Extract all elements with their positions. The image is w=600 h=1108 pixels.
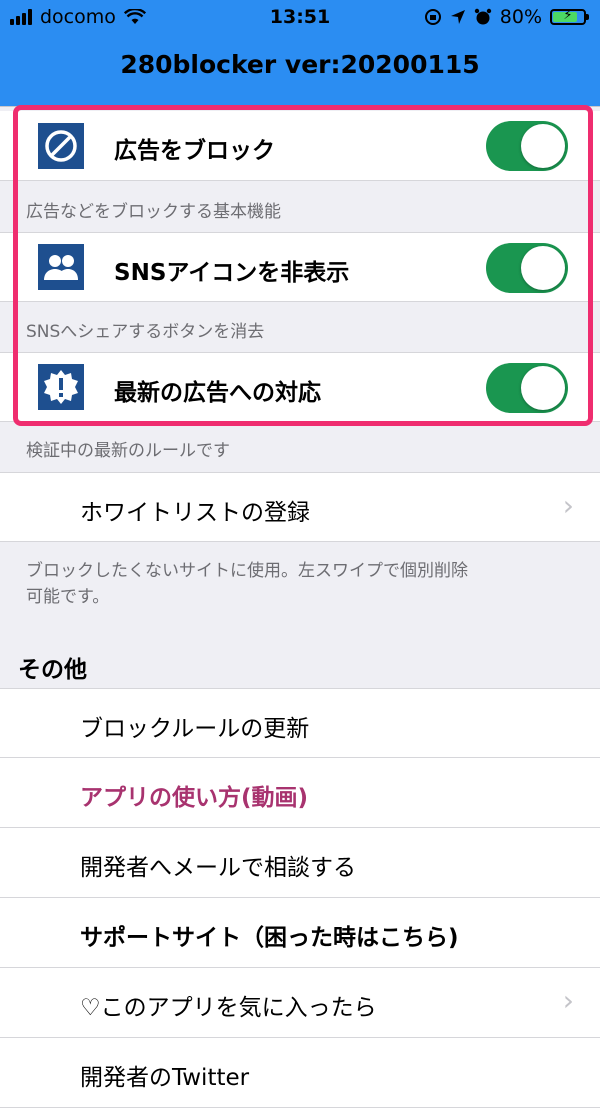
highlight-frame bbox=[13, 105, 593, 426]
list-item-update-rules[interactable]: ブロックルールの更新 bbox=[0, 688, 600, 758]
battery-charging-icon: ⚡ bbox=[550, 8, 589, 25]
status-bar: docomo 13:51 80% ⚡ bbox=[0, 0, 600, 34]
list-item-support-site[interactable]: サポートサイト（困った時はこちら) bbox=[0, 898, 600, 968]
list-item-label: 開発者のTwitter bbox=[80, 1065, 250, 1091]
page-title: 280blocker ver:20200115 bbox=[120, 50, 480, 79]
list-item-label: サポートサイト（困った時はこちら) bbox=[80, 925, 459, 951]
orientation-lock-icon bbox=[424, 9, 441, 25]
whitelist-row[interactable]: ホワイトリストの登録 › bbox=[0, 472, 600, 542]
alarm-icon bbox=[474, 8, 491, 25]
list-item-rate-app[interactable]: ♡このアプリを気に入ったら › bbox=[0, 968, 600, 1038]
list-item-label: ♡このアプリを気に入ったら bbox=[80, 995, 377, 1021]
header-bar: docomo 13:51 80% ⚡ 280blocker ver:202001… bbox=[0, 0, 600, 106]
list-item-label: ブロックルールの更新 bbox=[80, 716, 310, 742]
toggle-footer: 検証中の最新のルールです bbox=[26, 441, 230, 461]
chevron-right-icon: › bbox=[562, 984, 574, 1017]
section-title-other: その他 bbox=[18, 657, 87, 683]
list-item-developer-twitter[interactable]: 開発者のTwitter bbox=[0, 1038, 600, 1108]
chevron-right-icon: › bbox=[562, 489, 574, 522]
whitelist-label: ホワイトリストの登録 bbox=[80, 500, 310, 526]
whitelist-footer-line1: ブロックしたくないサイトに使用。左スワイプで個別削除 bbox=[26, 561, 468, 581]
list-item-label: アプリの使い方(動画) bbox=[80, 785, 309, 811]
list-item-label: 開発者へメールで相談する bbox=[80, 855, 356, 881]
battery-percent: 80% bbox=[499, 6, 542, 28]
list-item-email-developer[interactable]: 開発者へメールで相談する bbox=[0, 828, 600, 898]
location-icon bbox=[450, 10, 465, 24]
list-item-how-to-video[interactable]: アプリの使い方(動画) bbox=[0, 758, 600, 828]
whitelist-footer-line2: 可能です。 bbox=[26, 587, 110, 607]
